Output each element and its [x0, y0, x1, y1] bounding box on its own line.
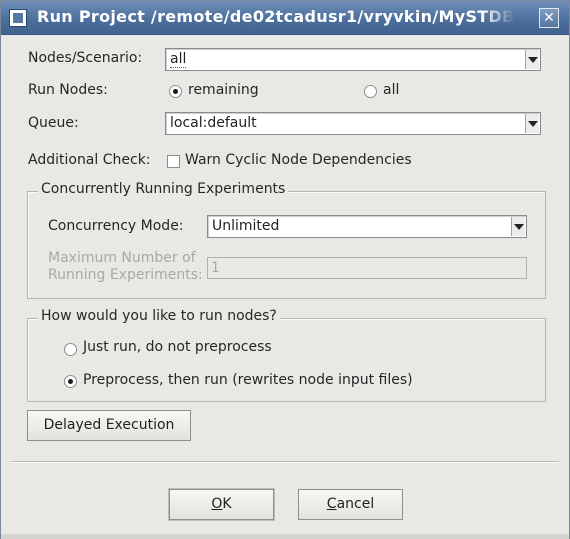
concurrency-mode-value: Unlimited — [212, 218, 280, 234]
concurrency-group-title: Concurrently Running Experiments — [38, 181, 289, 197]
max-running-label: Maximum Number of Running Experiments: — [48, 250, 203, 284]
ok-button[interactable]: OK — [169, 489, 274, 520]
window-title: Run Project /remote/de02tcadusr1/vryvkin… — [37, 7, 515, 26]
window-icon — [9, 9, 27, 27]
bottom-strip — [1, 534, 569, 539]
nodes-scenario-label: Nodes/Scenario: — [28, 50, 143, 66]
separator — [11, 461, 559, 463]
close-icon[interactable]: ✕ — [539, 8, 559, 28]
preprocess-run-radio[interactable] — [64, 375, 77, 388]
ok-mnemonic: O — [211, 496, 223, 512]
chevron-down-icon[interactable] — [525, 50, 539, 69]
run-nodes-remaining-label[interactable]: remaining — [188, 82, 259, 98]
run-mode-group: How would you like to run nodes? — [27, 308, 546, 402]
run-nodes-label: Run Nodes: — [28, 82, 108, 98]
max-running-label-line2: Running Experiments: — [48, 267, 203, 283]
run-nodes-all-label[interactable]: all — [383, 82, 399, 98]
title-bar[interactable]: Run Project /remote/de02tcadusr1/vryvkin… — [1, 1, 569, 35]
nodes-scenario-combo[interactable]: all — [165, 48, 541, 71]
chevron-down-icon[interactable] — [511, 217, 525, 236]
warn-cyclic-checkbox[interactable] — [167, 155, 180, 168]
additional-check-label: Additional Check: — [28, 152, 151, 168]
cancel-button[interactable]: Cancel — [298, 489, 403, 520]
just-run-label[interactable]: Just run, do not preprocess — [83, 339, 272, 355]
max-running-field[interactable]: 1 — [207, 257, 527, 279]
run-nodes-remaining-radio[interactable] — [169, 85, 182, 98]
concurrency-mode-label: Concurrency Mode: — [48, 218, 184, 234]
preprocess-run-label[interactable]: Preprocess, then run (rewrites node inpu… — [83, 372, 413, 388]
chevron-down-icon[interactable] — [525, 114, 539, 133]
concurrency-mode-combo[interactable]: Unlimited — [207, 215, 527, 238]
queue-label: Queue: — [28, 115, 79, 131]
queue-combo[interactable]: local:default — [165, 112, 541, 135]
nodes-scenario-value: all — [170, 51, 187, 68]
queue-value: local:default — [170, 115, 257, 131]
cancel-label-rest: ancel — [336, 496, 375, 512]
run-nodes-all-radio[interactable] — [364, 85, 377, 98]
max-running-label-line1: Maximum Number of — [48, 250, 196, 266]
run-project-dialog: Run Project /remote/de02tcadusr1/vryvkin… — [0, 0, 570, 539]
warn-cyclic-label[interactable]: Warn Cyclic Node Dependencies — [185, 152, 412, 168]
just-run-radio[interactable] — [64, 343, 77, 356]
max-running-value: 1 — [211, 260, 220, 276]
ok-label-rest: K — [222, 496, 232, 512]
delayed-execution-button[interactable]: Delayed Execution — [27, 410, 191, 441]
run-mode-group-title: How would you like to run nodes? — [38, 308, 280, 324]
cancel-mnemonic: C — [326, 496, 337, 512]
